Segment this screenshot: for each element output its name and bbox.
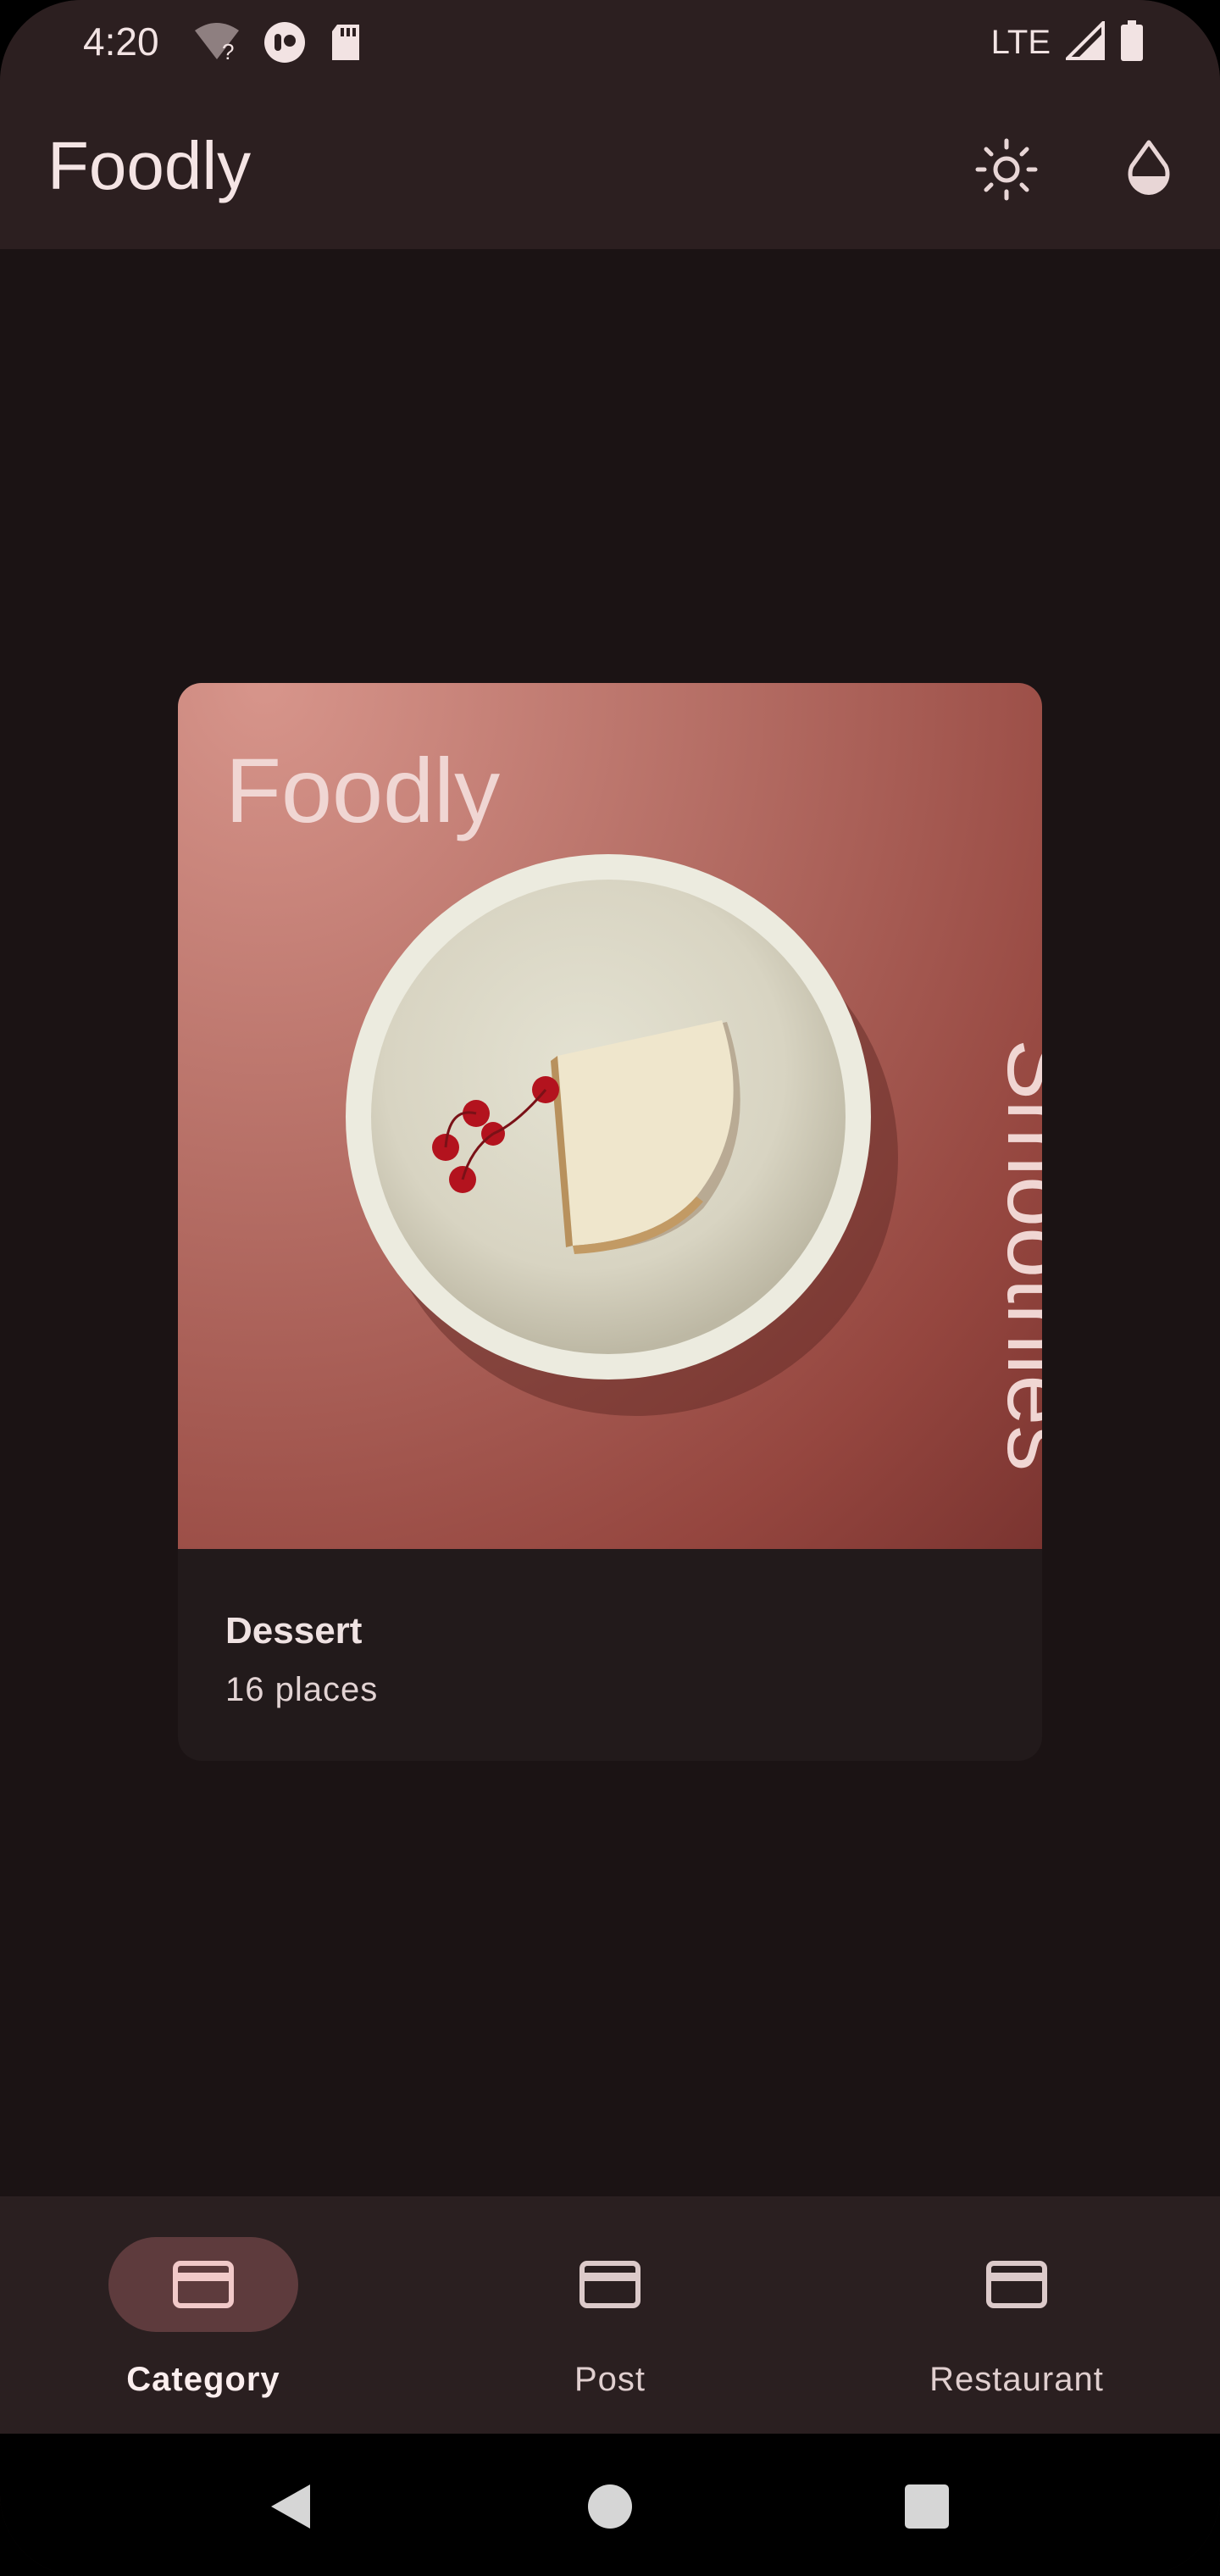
status-icons-right: LTE xyxy=(990,19,1144,65)
card-subtitle: 16 places xyxy=(225,1671,379,1708)
card-info: Dessert 16 places xyxy=(178,1549,1042,1761)
app-bar: Foodly xyxy=(0,85,1220,249)
signal-icon xyxy=(1063,19,1105,64)
category-card[interactable]: Foodly Smoothies Dessert 16 places xyxy=(178,683,1042,1761)
nav-item-post[interactable]: Post xyxy=(483,2237,737,2407)
nav-label: Restaurant xyxy=(929,2361,1104,2398)
brightness-icon xyxy=(975,138,1038,201)
back-triangle-icon xyxy=(271,2484,310,2529)
nav-item-restaurant[interactable]: Restaurant xyxy=(890,2237,1144,2407)
nav-label: Post xyxy=(574,2361,646,2398)
card-title: Dessert xyxy=(225,1610,363,1652)
system-navigation-bar xyxy=(0,2434,1220,2576)
recents-square-icon xyxy=(905,2484,949,2529)
card-icon xyxy=(580,2261,640,2308)
battery-icon xyxy=(1120,20,1144,65)
status-icons-left: ? xyxy=(193,20,363,69)
bottom-navigation: Category Post Restaurant xyxy=(0,2196,1220,2434)
nav-icon-container xyxy=(515,2237,705,2332)
svg-text:?: ? xyxy=(222,39,234,63)
theme-drop-icon xyxy=(1128,140,1170,195)
network-type: LTE xyxy=(990,24,1051,61)
status-bar: 4:20 ? LTE xyxy=(0,0,1220,85)
nav-label: Category xyxy=(126,2361,280,2398)
home-circle-icon xyxy=(588,2484,632,2529)
card-icon xyxy=(173,2261,234,2308)
sd-card-icon xyxy=(329,23,363,66)
theme-button[interactable] xyxy=(1115,136,1183,203)
system-back-button[interactable] xyxy=(256,2473,324,2540)
system-home-button[interactable] xyxy=(576,2473,644,2540)
wifi-unknown-icon: ? xyxy=(193,22,241,67)
system-recents-button[interactable] xyxy=(893,2473,961,2540)
image-vertical-text: Smoothies xyxy=(989,1039,1042,1472)
status-time: 4:20 xyxy=(83,19,159,64)
card-icon xyxy=(986,2261,1047,2308)
phone-screen: 4:20 ? LTE Foodly Foodly Smoothies Desse… xyxy=(0,0,1220,2576)
image-brand-text: Foodly xyxy=(225,739,501,841)
app-title: Foodly xyxy=(47,128,252,203)
nav-active-indicator xyxy=(108,2237,298,2332)
nav-item-category[interactable]: Category xyxy=(76,2237,330,2407)
card-image: Foodly Smoothies xyxy=(178,683,1042,1549)
nav-icon-container xyxy=(922,2237,1112,2332)
brightness-button[interactable] xyxy=(973,136,1040,203)
vpn-key-icon xyxy=(263,20,307,69)
